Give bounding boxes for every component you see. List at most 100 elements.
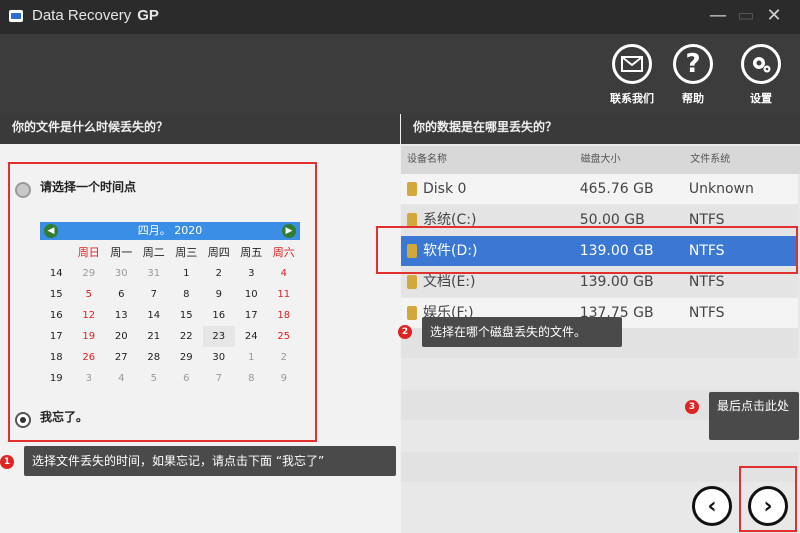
tip-click-next: 最后点击此处: [709, 392, 799, 440]
select-time-label: 请选择一个时间点: [40, 180, 137, 194]
calendar-day[interactable]: 7: [203, 368, 236, 389]
calendar-day[interactable]: 22: [170, 326, 203, 347]
calendar-day[interactable]: 23: [202, 326, 235, 347]
week-number: 15: [49, 289, 63, 300]
calendar-day[interactable]: 18: [268, 305, 301, 326]
calendar-day[interactable]: 30: [203, 347, 236, 368]
drive-name-cell: Disk 0: [401, 174, 576, 204]
next-month-icon[interactable]: ▶: [282, 224, 296, 238]
calendar-day[interactable]: 2: [203, 263, 236, 284]
calendar-day[interactable]: 28: [138, 347, 171, 368]
app-title: Data Recovery GP: [32, 7, 159, 24]
calendar-weekday-row: 周日 周一 周二 周三 周四 周五 周六: [40, 242, 300, 263]
calendar-day[interactable]: 26: [73, 347, 106, 368]
drive-icon: [407, 182, 417, 196]
calendar-day[interactable]: 27: [105, 347, 138, 368]
calendar-day[interactable]: 3: [235, 263, 268, 284]
calendar-day[interactable]: 20: [105, 326, 138, 347]
calendar-day[interactable]: 6: [105, 284, 138, 305]
drive-filesystem: NTFS: [688, 305, 725, 321]
gear-icon: [741, 44, 781, 84]
calendar-day[interactable]: 3: [73, 368, 106, 389]
next-button[interactable]: ›: [748, 486, 788, 526]
chevron-right-icon: ›: [763, 493, 773, 519]
calendar-day[interactable]: 11: [268, 284, 301, 305]
week-number: 16: [49, 310, 63, 321]
calendar-day[interactable]: 9: [203, 284, 236, 305]
calendar-day[interactable]: 14: [138, 305, 171, 326]
weekday-label: 周三: [175, 246, 198, 259]
calendar-day[interactable]: 8: [170, 284, 203, 305]
calendar-day[interactable]: 1: [235, 347, 268, 368]
calendar-day[interactable]: 12: [73, 305, 106, 326]
calendar-day[interactable]: 8: [235, 368, 268, 389]
calendar-day[interactable]: 31: [138, 263, 171, 284]
week-number: 17: [49, 331, 63, 342]
prev-month-icon[interactable]: ◀: [44, 224, 58, 238]
step-badge-3: 3: [685, 400, 699, 414]
drive-highlight-box: [376, 226, 798, 274]
step-badge-2: 2: [398, 325, 412, 339]
drive-size: 465.76 GB: [579, 181, 654, 197]
calendar-month-header: 四月。 2020: [40, 222, 300, 240]
calendar-day[interactable]: 24: [235, 326, 268, 347]
calendar-day[interactable]: 4: [105, 368, 138, 389]
column-disk-size: 磁盘大小: [580, 154, 621, 165]
calendar-day[interactable]: 29: [73, 263, 106, 284]
app-logo-icon: [8, 8, 24, 24]
calendar-day[interactable]: 17: [235, 305, 268, 326]
minimize-button[interactable]: —: [708, 6, 728, 26]
calendar-day[interactable]: 9: [268, 368, 301, 389]
calendar-day[interactable]: 19: [73, 326, 106, 347]
help-label: 帮助: [682, 92, 704, 105]
back-button[interactable]: ‹: [692, 486, 732, 526]
question-icon: ?: [673, 44, 713, 84]
step-badge-1: 1: [0, 455, 14, 469]
help-button[interactable]: ? 帮助: [670, 44, 716, 106]
calendar-day[interactable]: 10: [235, 284, 268, 305]
maximize-button[interactable]: ▭: [736, 6, 756, 26]
contact-button[interactable]: 联系我们: [609, 44, 655, 106]
calendar-day[interactable]: 7: [138, 284, 171, 305]
calendar-day[interactable]: 4: [268, 263, 301, 284]
weekday-label: 周一: [110, 246, 133, 259]
calendar-day[interactable]: 5: [73, 284, 106, 305]
close-button[interactable]: ✕: [764, 6, 784, 26]
forgot-radio[interactable]: [15, 412, 31, 428]
calendar-day[interactable]: 1: [170, 263, 203, 284]
calendar-day[interactable]: 13: [105, 305, 138, 326]
calendar-month-label[interactable]: 四月。 2020: [138, 224, 203, 237]
settings-button[interactable]: 设置: [738, 44, 784, 106]
forgot-label: 我忘了。: [40, 410, 89, 424]
calendar-day[interactable]: 25: [268, 326, 301, 347]
right-section-header: 你的数据是在哪里丢失的？: [401, 114, 800, 144]
calendar-day[interactable]: 6: [170, 368, 203, 389]
calendar-day[interactable]: 16: [203, 305, 236, 326]
calendar-day[interactable]: 5: [138, 368, 171, 389]
calendar-week-row: 16 12 13 14 15 16 17 18: [40, 305, 300, 326]
drive-name: Disk 0: [423, 181, 467, 197]
calendar-day[interactable]: 15: [170, 305, 203, 326]
tip-select-drive: 选择在哪个磁盘丢失的文件。: [422, 317, 622, 347]
weekday-label: 周五: [240, 246, 263, 259]
calendar-week-row: 17 19 20 21 22 23 24 25: [40, 326, 300, 347]
calendar-week-row: 15 5 6 7 8 9 10 11: [40, 284, 300, 305]
drive-filesystem: Unknown: [688, 181, 754, 197]
calendar-day[interactable]: 21: [138, 326, 171, 347]
calendar-day[interactable]: 2: [268, 347, 301, 368]
calendar-week-row: 18 26 27 28 29 30 1 2: [40, 347, 300, 368]
calendar-week-row: 19 3 4 5 6 7 8 9: [40, 368, 300, 389]
left-section-header: 你的文件是什么时候丢失的？: [0, 114, 400, 144]
calendar-day[interactable]: 30: [105, 263, 138, 284]
drive-row[interactable]: Disk 0 465.76 GB Unknown: [401, 174, 798, 204]
column-device-name: 设备名称: [407, 154, 447, 165]
mail-icon: [612, 44, 652, 84]
drive-icon: [407, 213, 417, 227]
calendar-day[interactable]: 29: [170, 347, 203, 368]
weekday-label: 周六: [272, 246, 295, 259]
weekday-label: 周日: [77, 246, 100, 259]
drive-icon: [407, 275, 417, 289]
weekday-label: 周二: [142, 246, 165, 259]
select-time-radio[interactable]: [15, 182, 31, 198]
weekday-label: 周四: [207, 246, 230, 259]
